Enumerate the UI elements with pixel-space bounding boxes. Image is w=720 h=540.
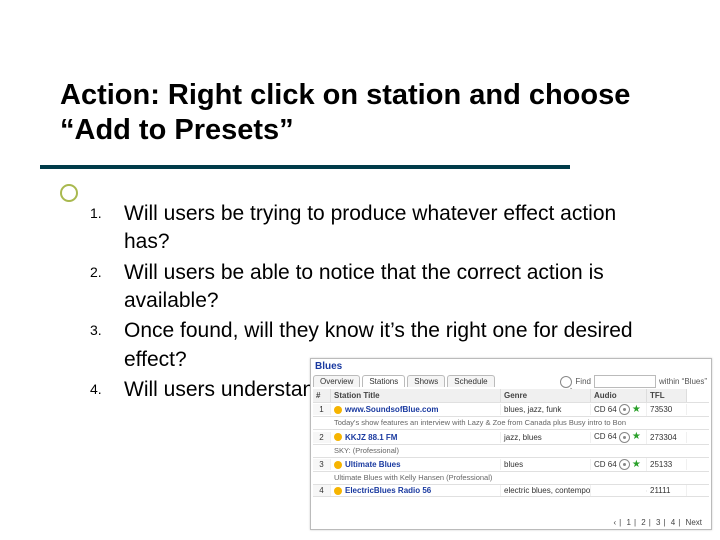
row-description: Today's show features an interview with …	[313, 417, 709, 430]
station-title: ElectricBlues Radio 56	[345, 486, 431, 495]
col-num[interactable]: #	[313, 389, 331, 402]
search-bar: Find within “Blues”	[560, 375, 707, 388]
cd-icon	[619, 432, 630, 443]
search-label-prefix: Find	[575, 377, 591, 386]
star-icon: ★	[632, 404, 641, 415]
list-number: 3.	[90, 317, 124, 340]
page-link[interactable]: 3	[656, 518, 660, 527]
list-number: 2.	[90, 259, 124, 282]
tab-stations[interactable]: Stations	[362, 375, 405, 387]
station-title: www.SoundsofBlue.com	[345, 405, 438, 414]
tfl-cell: 73530	[647, 404, 687, 415]
list-number: 1.	[90, 200, 124, 223]
genre-cell: blues, jazz, funk	[501, 404, 591, 415]
list-text: Will users be trying to produce whatever…	[124, 200, 650, 257]
row-num: 2	[313, 432, 331, 443]
station-cell: www.SoundsofBlue.com	[331, 404, 501, 415]
audio-cell: CD 64 ★	[591, 403, 647, 416]
search-label-suffix: within “Blues”	[659, 377, 707, 386]
title-underline	[40, 165, 570, 169]
slide-title: Action: Right click on station and choos…	[60, 78, 660, 148]
table-row[interactable]: 1 www.SoundsofBlue.com blues, jazz, funk…	[313, 403, 709, 417]
list-number: 4.	[90, 376, 124, 399]
genre-cell: blues	[501, 459, 591, 470]
list-item: 1. Will users be trying to produce whate…	[90, 200, 650, 257]
row-num: 1	[313, 404, 331, 415]
row-num: 3	[313, 459, 331, 470]
pagination: ‹| 1| 2| 3| 4| Next	[611, 518, 706, 527]
station-table: # Station Title Genre Audio TFL 1 www.So…	[313, 389, 709, 497]
slide: Action: Right click on station and choos…	[0, 0, 720, 540]
table-row[interactable]: 4 ElectricBlues Radio 56 electric blues,…	[313, 485, 709, 497]
app-title: Blues	[315, 361, 342, 372]
tfl-cell: 21111	[647, 485, 687, 496]
app-tabs: Overview Stations Shows Schedule	[313, 375, 495, 387]
list-item: 2. Will users be able to notice that the…	[90, 259, 650, 316]
search-input[interactable]	[594, 375, 656, 388]
col-tfl[interactable]: TFL	[647, 389, 687, 402]
col-genre[interactable]: Genre	[501, 389, 591, 402]
favorite-icon	[334, 461, 342, 469]
station-title: Ultimate Blues	[345, 460, 401, 469]
table-header: # Station Title Genre Audio TFL	[313, 389, 709, 403]
page-link[interactable]: 4	[671, 518, 675, 527]
station-cell: KKJZ 88.1 FM	[331, 432, 501, 443]
station-cell: ElectricBlues Radio 56	[331, 485, 501, 496]
decorative-bullet-icon	[60, 184, 78, 202]
page-link[interactable]: 2	[641, 518, 645, 527]
search-icon	[560, 376, 572, 388]
page-link[interactable]: 1	[626, 518, 630, 527]
tfl-cell: 25133	[647, 459, 687, 470]
page-prev[interactable]: ‹	[614, 518, 617, 527]
page-next[interactable]: Next	[686, 518, 702, 527]
col-audio[interactable]: Audio	[591, 389, 647, 402]
list-text: Will users be able to notice that the co…	[124, 259, 650, 316]
favorite-icon	[334, 406, 342, 414]
app-window: Blues Overview Stations Shows Schedule F…	[310, 358, 712, 530]
cd-icon	[619, 404, 630, 415]
tfl-cell: 273304	[647, 432, 687, 443]
tab-schedule[interactable]: Schedule	[447, 375, 494, 387]
favorite-icon	[334, 433, 342, 441]
row-num: 4	[313, 485, 331, 496]
cd-icon	[619, 459, 630, 470]
audio-cell: CD 64 ★	[591, 430, 647, 443]
table-row[interactable]: 3 Ultimate Blues blues CD 64 ★ 25133	[313, 458, 709, 472]
tab-shows[interactable]: Shows	[407, 375, 445, 387]
star-icon: ★	[632, 431, 641, 442]
station-title: KKJZ 88.1 FM	[345, 433, 397, 442]
row-description: Ultimate Blues with Kelly Hansen (Profes…	[313, 472, 709, 485]
tab-overview[interactable]: Overview	[313, 375, 360, 387]
genre-cell: jazz, blues	[501, 432, 591, 443]
audio-cell: CD 64 ★	[591, 458, 647, 471]
col-title[interactable]: Station Title	[331, 389, 501, 402]
genre-cell: electric blues, contempo	[501, 485, 591, 496]
star-icon: ★	[632, 459, 641, 470]
favorite-icon	[334, 487, 342, 495]
row-description: SKY: (Professional)	[313, 445, 709, 458]
station-cell: Ultimate Blues	[331, 459, 501, 470]
audio-cell	[591, 490, 647, 492]
table-row[interactable]: 2 KKJZ 88.1 FM jazz, blues CD 64 ★ 27330…	[313, 430, 709, 444]
